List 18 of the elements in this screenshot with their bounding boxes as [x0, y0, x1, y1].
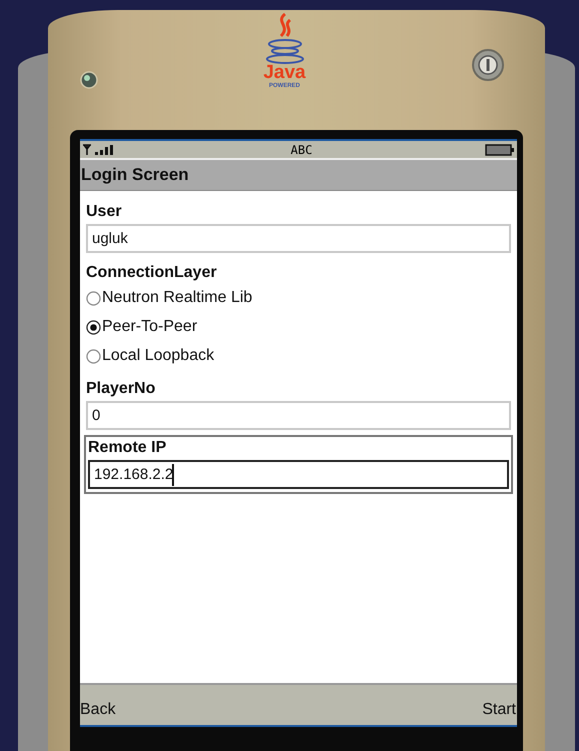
field-label: User	[86, 203, 123, 221]
screen-title: Login Screen	[81, 165, 189, 185]
input-field[interactable]: 0	[86, 401, 511, 430]
input-field[interactable]: 192.168.2.2	[88, 460, 509, 489]
power-button-icon[interactable]	[471, 48, 505, 82]
led-icon	[80, 71, 98, 89]
radio-option[interactable]: Peer-To-Peer	[86, 314, 511, 340]
input-mode: ABC	[290, 142, 312, 156]
field-label: ConnectionLayer	[86, 264, 218, 282]
battery-icon	[485, 144, 515, 156]
input-field[interactable]: ugluk	[86, 224, 511, 253]
field-label: PlayerNo	[86, 380, 156, 398]
radio-option[interactable]: Local Loopback	[86, 343, 511, 369]
radio-option[interactable]: Neutron Realtime Lib	[86, 285, 511, 311]
logo-text: Java	[263, 64, 306, 82]
back-softkey[interactable]: Back	[80, 701, 116, 719]
field-label: Remote IP	[88, 439, 168, 457]
start-softkey[interactable]: Start	[482, 701, 516, 719]
